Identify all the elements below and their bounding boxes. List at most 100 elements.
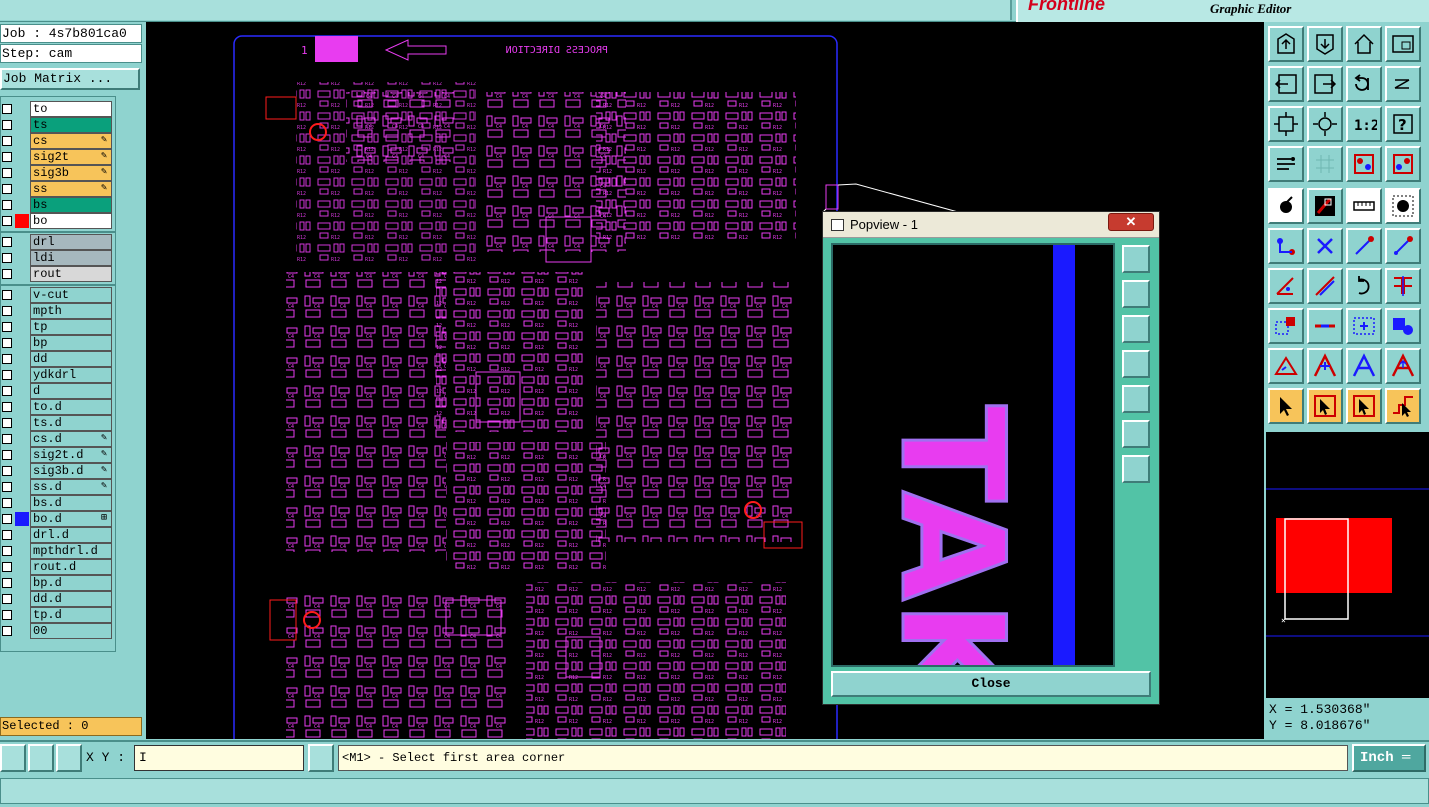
layer-name[interactable]: tp	[30, 319, 112, 335]
layer-name[interactable]: bp	[30, 335, 112, 351]
layer-name[interactable]: ldi	[30, 250, 112, 266]
tools-icon[interactable]	[1268, 146, 1304, 182]
layer-checkbox[interactable]	[2, 168, 12, 178]
layer-checkbox[interactable]	[2, 450, 12, 460]
layer-checkbox[interactable]	[2, 578, 12, 588]
pointer4-icon[interactable]	[1385, 388, 1421, 424]
layer-row[interactable]: ts	[1, 117, 115, 133]
zoom-in-icon[interactable]	[1307, 106, 1343, 142]
layer-row[interactable]: ss ✎	[1, 181, 115, 197]
pad-icon[interactable]	[1268, 188, 1304, 224]
popview-down-icon[interactable]	[1122, 315, 1150, 343]
layer-row[interactable]: sig2t ✎	[1, 149, 115, 165]
layer-row[interactable]: dd.d	[1, 591, 115, 607]
circle-icon[interactable]	[1385, 188, 1421, 224]
layer-name[interactable]: cs ✎	[30, 133, 112, 149]
rotate-icon[interactable]	[1346, 268, 1382, 304]
layer-name[interactable]: bo	[30, 213, 112, 229]
layer-name[interactable]: sig3b ✎	[30, 165, 112, 181]
snap2-icon[interactable]	[1385, 146, 1421, 182]
layer-name[interactable]: bp.d	[30, 575, 112, 591]
pointer-icon[interactable]	[1268, 388, 1304, 424]
popview-zoomin-icon[interactable]	[1122, 455, 1150, 483]
layer-row[interactable]: bs.d	[1, 495, 115, 511]
popview-zoom-icon[interactable]	[1122, 245, 1150, 273]
layer-name[interactable]: mpthdrl.d	[30, 543, 112, 559]
line-icon[interactable]	[1346, 228, 1382, 264]
pan-right-icon[interactable]	[1307, 66, 1343, 102]
layer-name[interactable]: bs.d	[30, 495, 112, 511]
close-icon[interactable]: ✕	[1108, 213, 1154, 231]
layer-name[interactable]: to.d	[30, 399, 112, 415]
edit-icon[interactable]	[1268, 268, 1304, 304]
grid-mode-icon[interactable]	[56, 744, 82, 772]
layer-row[interactable]: sig2t.d ✎	[1, 447, 115, 463]
layer-name[interactable]: drl	[30, 234, 112, 250]
layer-name[interactable]: bs	[30, 197, 112, 213]
snap-mode-icon[interactable]	[0, 744, 26, 772]
layer-checkbox[interactable]	[2, 184, 12, 194]
layer-name[interactable]: drl.d	[30, 527, 112, 543]
triangle2-icon[interactable]	[1307, 348, 1343, 384]
a2-icon[interactable]	[1385, 348, 1421, 384]
layer-checkbox[interactable]	[2, 120, 12, 130]
popview-titlebar[interactable]: Popview - 1 ✕	[823, 212, 1159, 238]
layer-name[interactable]: ss ✎	[30, 181, 112, 197]
fit-icon[interactable]	[1268, 106, 1304, 142]
layer-name[interactable]: bo.d ⊞	[30, 511, 112, 527]
layer-row[interactable]: bp.d	[1, 575, 115, 591]
layer-checkbox[interactable]	[2, 386, 12, 396]
layer-checkbox[interactable]	[2, 418, 12, 428]
layer-checkbox[interactable]	[2, 514, 12, 524]
home-icon[interactable]	[1346, 26, 1382, 62]
layer-checkbox[interactable]	[2, 530, 12, 540]
layer-checkbox[interactable]	[2, 104, 12, 114]
layer-checkbox[interactable]	[2, 434, 12, 444]
layer-row[interactable]: ss.d ✎	[1, 479, 115, 495]
layer-checkbox[interactable]	[2, 562, 12, 572]
mini-view[interactable]: ×	[1266, 432, 1429, 698]
layer-checkbox[interactable]	[2, 466, 12, 476]
pan-left-icon[interactable]	[1268, 66, 1304, 102]
layer-name[interactable]: dd.d	[30, 591, 112, 607]
layer-checkbox[interactable]	[2, 354, 12, 364]
layer-checkbox[interactable]	[2, 200, 12, 210]
pointer2-icon[interactable]	[1307, 388, 1343, 424]
a-icon[interactable]	[1346, 348, 1382, 384]
layer-row[interactable]: to	[1, 101, 115, 117]
layer-row[interactable]: drl	[1, 234, 115, 250]
layer-row[interactable]: ts.d	[1, 415, 115, 431]
layer-name[interactable]: ts.d	[30, 415, 112, 431]
layer-checkbox[interactable]	[2, 626, 12, 636]
zoom-window-icon[interactable]	[1385, 26, 1421, 62]
layer-checkbox[interactable]	[2, 498, 12, 508]
popview-right-icon[interactable]	[1122, 385, 1150, 413]
triangle-icon[interactable]	[1268, 348, 1304, 384]
layer-name[interactable]: to	[30, 101, 112, 117]
group-icon[interactable]	[1385, 308, 1421, 344]
layer-name[interactable]: ydkdrl	[30, 367, 112, 383]
top-command-field[interactable]	[0, 0, 1012, 20]
minus-icon[interactable]	[1307, 308, 1343, 344]
layer-row[interactable]: sig3b.d ✎	[1, 463, 115, 479]
layer-checkbox[interactable]	[2, 594, 12, 604]
cross-icon[interactable]	[1307, 228, 1343, 264]
layer-checkbox[interactable]	[2, 237, 12, 247]
mirror-icon[interactable]	[1385, 268, 1421, 304]
layer-name[interactable]: 00	[30, 623, 112, 639]
layer-row[interactable]: ydkdrl	[1, 367, 115, 383]
pan-up-icon[interactable]	[1268, 26, 1304, 62]
grid-icon[interactable]	[1307, 146, 1343, 182]
snap-icon[interactable]	[1346, 146, 1382, 182]
layer-row[interactable]: tp.d	[1, 607, 115, 623]
layer-checkbox[interactable]	[2, 306, 12, 316]
layer-row[interactable]: v-cut	[1, 287, 115, 303]
layer-name[interactable]: rout.d	[30, 559, 112, 575]
redo-icon[interactable]	[1346, 66, 1382, 102]
popview-close-button[interactable]: Close	[831, 671, 1151, 697]
layer-name[interactable]: d	[30, 383, 112, 399]
layer-checkbox[interactable]	[2, 402, 12, 412]
layer-checkbox[interactable]	[2, 253, 12, 263]
layer-row[interactable]: rout.d	[1, 559, 115, 575]
layer-name[interactable]: sig2t.d ✎	[30, 447, 112, 463]
